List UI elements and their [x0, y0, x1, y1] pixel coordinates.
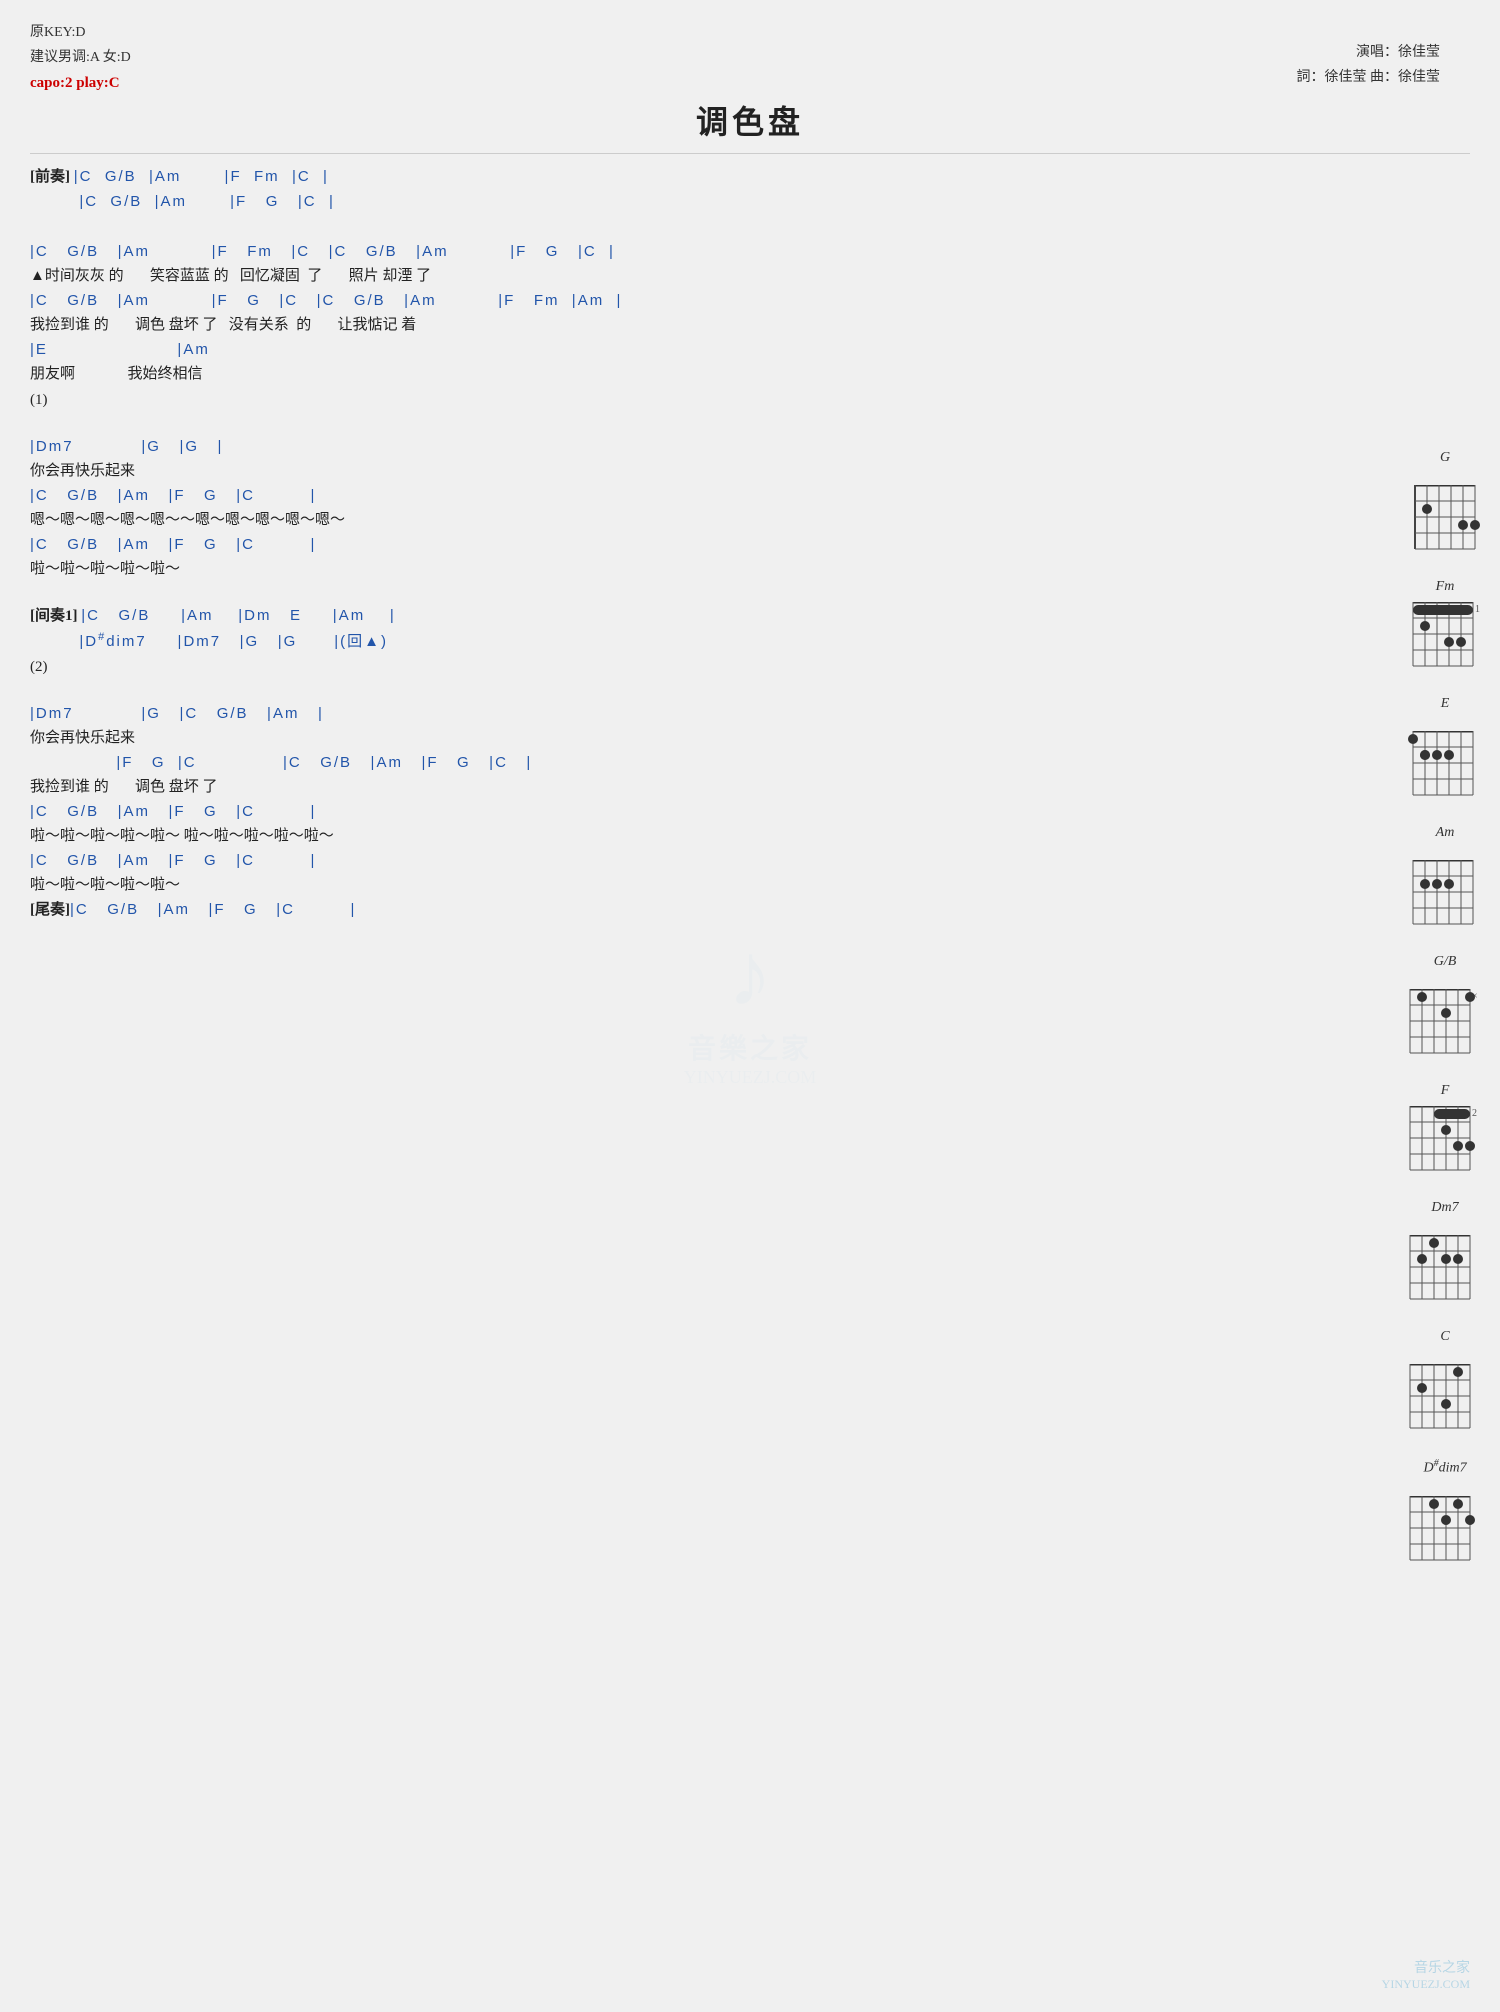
chord-Ddim7-svg: × × — [1400, 1496, 1490, 1568]
chord-G-svg — [1405, 485, 1485, 557]
interlude1-label: [间奏1] — [30, 608, 81, 624]
chorus2-chord-3: |C G/B |Am |F G |C | — [30, 801, 1270, 822]
meta-left: 原KEY:D 建议男调:A 女:D capo:2 play:C — [30, 20, 1470, 97]
interlude1-note: (2) — [30, 655, 1270, 679]
chorus1-lyric-1: 你会再快乐起来 — [30, 459, 1270, 483]
original-key: 原KEY:D — [30, 20, 1470, 45]
interlude1-chord-2: |D#dim7 |Dm7 |G |G |(回▲) — [30, 633, 388, 650]
watermark-text: 音樂之家 — [684, 1027, 817, 1067]
chord-Ddim7: D#dim7 × × — [1400, 1458, 1490, 1572]
verse1-note: (1) — [30, 388, 1270, 412]
prelude-section: [前奏] |C G/B |Am |F Fm |C | |C G/B |Am |F… — [30, 166, 1270, 213]
chord-F-svg: 2 × × — [1400, 1106, 1490, 1178]
prelude-chord-1: |C G/B |Am |F Fm |C | — [74, 168, 329, 185]
chord-C: C × — [1400, 1329, 1490, 1440]
chorus1-lyric-3: 啦～啦～啦～啦～啦～ — [30, 557, 1270, 581]
lyricist: 詞：徐佳莹 曲：徐佳莹 — [1297, 65, 1441, 90]
chord-GB-svg: × × — [1400, 989, 1490, 1061]
content-area: [前奏] |C G/B |Am |F Fm |C | |C G/B |Am |F… — [30, 166, 1270, 922]
chord-Fm: Fm 1 — [1400, 579, 1490, 678]
footer-url: YINYUEZJ.COM — [1382, 1977, 1470, 1992]
chorus1-lyric-2: 嗯～嗯～嗯～嗯～嗯～～嗯～嗯～嗯～嗯～嗯～ — [30, 508, 1270, 532]
chord-E-svg — [1403, 731, 1488, 803]
chord-diagrams: G — [1400, 450, 1490, 1572]
chord-F: F 2 × × — [1400, 1083, 1490, 1182]
interlude1-section: [间奏1] |C G/B |Am |Dm E |Am | |D#dim7 |Dm… — [30, 605, 1270, 679]
chorus1-chord-1: |Dm7 |G |G | — [30, 436, 1270, 457]
chord-GB: G/B × × — [1400, 954, 1490, 1065]
song-title: 调色盘 — [30, 97, 1470, 143]
chord-Am: Am — [1400, 825, 1490, 936]
chord-Am-svg — [1403, 860, 1488, 932]
chord-C-svg: × — [1400, 1364, 1490, 1436]
chorus2-chord-2: |F G |C |C G/B |Am |F G |C | — [30, 752, 1270, 773]
meta-right: 演唱：徐佳莹 詞：徐佳莹 曲：徐佳莹 — [1297, 40, 1441, 90]
verse1-section: |C G/B |Am |F Fm |C |C G/B |Am |F G |C |… — [30, 241, 1270, 412]
chorus2-lyric-2: 我捡到谁 的 调色 盘坏 了 — [30, 775, 1270, 799]
chord-G: G — [1400, 450, 1490, 561]
watermark-url: YINYUEZJ.COM — [684, 1067, 817, 1088]
prelude-chord-2: |C G/B |Am |F G |C | — [30, 193, 335, 210]
outro-label: [尾奏] — [30, 902, 70, 918]
page: 原KEY:D 建议男调:A 女:D capo:2 play:C 调色盘 演唱：徐… — [0, 0, 1500, 2012]
prelude-label: [前奏] — [30, 169, 74, 185]
performer: 演唱：徐佳莹 — [1297, 40, 1441, 65]
chorus2-section: |Dm7 |G |C G/B |Am | 你会再快乐起来 |F G |C |C … — [30, 703, 1270, 922]
verse1-chord-2: |C G/B |Am |F G |C |C G/B |Am |F Fm |Am … — [30, 290, 1270, 311]
chorus2-lyric-1: 你会再快乐起来 — [30, 726, 1270, 750]
chorus2-chord-4: |C G/B |Am |F G |C | — [30, 850, 1270, 871]
svg-text:2: 2 — [1472, 1108, 1477, 1119]
svg-text:1: 1 — [1475, 604, 1480, 615]
verse1-lyric-3: 朋友啊 我始终相信 — [30, 362, 1270, 386]
chord-Dm7-svg: × — [1400, 1235, 1490, 1307]
verse1-chord-1: |C G/B |Am |F Fm |C |C G/B |Am |F G |C | — [30, 241, 1270, 262]
watermark: ♪ 音樂之家 YINYUEZJ.COM — [684, 924, 817, 1088]
interlude1-chord-1: |C G/B |Am |Dm E |Am | — [81, 607, 396, 624]
verse1-chord-3: |E |Am — [30, 339, 1270, 360]
chorus1-chord-3: |C G/B |Am |F G |C | — [30, 534, 1270, 555]
chorus2-lyric-3: 啦～啦～啦～啦～啦～ 啦～啦～啦～啦～啦～ — [30, 824, 1270, 848]
chorus1-chord-2: |C G/B |Am |F G |C | — [30, 485, 1270, 506]
chord-Dm7: Dm7 × — [1400, 1200, 1490, 1311]
outro-chord: |C G/B |Am |F G |C | — [70, 901, 356, 918]
verse1-lyric-2: 我捡到谁 的 调色 盘坏 了 没有关系 的 让我惦记 着 — [30, 313, 1270, 337]
verse1-lyric-1: ▲时间灰灰 的 笑容蓝蓝 的 回忆凝固 了 照片 却湮 了 — [30, 264, 1270, 288]
chorus2-chord-1: |Dm7 |G |C G/B |Am | — [30, 703, 1270, 724]
footer-watermark: 音乐之家 YINYUEZJ.COM — [1382, 1957, 1470, 1992]
capo-info: capo:2 play:C — [30, 70, 1470, 97]
recommended-key: 建议男调:A 女:D — [30, 45, 1470, 70]
chorus2-lyric-4: 啦～啦～啦～啦～啦～ — [30, 873, 1270, 897]
chorus1-section: |Dm7 |G |G | 你会再快乐起来 |C G/B |Am |F G |C … — [30, 436, 1270, 581]
chord-E: E — [1400, 696, 1490, 807]
chord-Fm-svg: 1 — [1403, 602, 1488, 674]
